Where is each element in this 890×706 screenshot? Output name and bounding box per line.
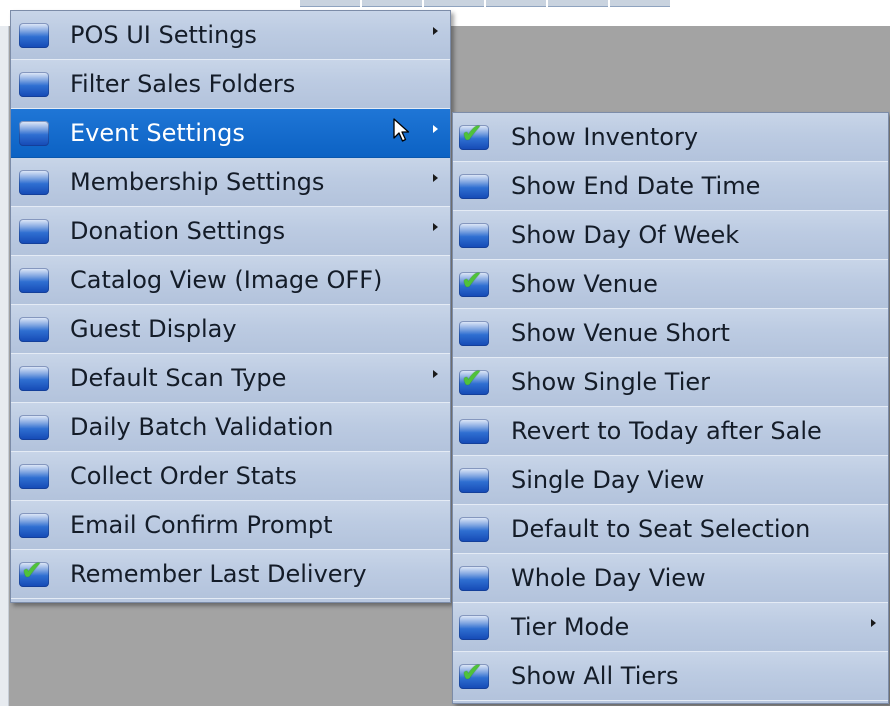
menu-item-icon	[19, 513, 49, 538]
menu-item-show-single-tier[interactable]: ✔ Show Single Tier	[453, 358, 888, 407]
menu-item-icon	[459, 517, 489, 542]
checkmark-icon: ✔	[461, 266, 483, 296]
app-tab[interactable]	[362, 0, 422, 7]
menu-item-catalog-view-image-off[interactable]: Catalog View (Image OFF)	[11, 256, 450, 305]
submenu-arrow-icon	[433, 223, 438, 231]
menu-item-label: Daily Batch Validation	[70, 413, 334, 441]
menu-item-icon	[19, 415, 49, 440]
menu-item-label: Remember Last Delivery	[70, 560, 367, 588]
menu-item-label: Membership Settings	[70, 168, 325, 196]
menu-item-label: Show End Date Time	[511, 172, 761, 200]
checked-box-icon: ✔	[459, 268, 489, 297]
menu-item-icon	[19, 464, 49, 489]
app-tab[interactable]	[548, 0, 608, 7]
checkmark-icon: ✔	[461, 119, 483, 149]
menu-item-membership-settings[interactable]: Membership Settings	[11, 158, 450, 207]
menu-item-icon	[459, 615, 489, 640]
menu-item-icon	[459, 174, 489, 199]
menu-item-single-day-view[interactable]: Single Day View	[453, 456, 888, 505]
menu-item-show-end-date-time[interactable]: Show End Date Time	[453, 162, 888, 211]
checkmark-icon: ✔	[461, 658, 483, 688]
menu-item-icon	[19, 121, 49, 146]
menu-item-icon	[19, 317, 49, 342]
checkmark-icon: ✔	[461, 364, 483, 394]
menu-item-label: Email Confirm Prompt	[70, 511, 333, 539]
app-tab[interactable]	[486, 0, 546, 7]
menu-item-label: Show Day Of Week	[511, 221, 740, 249]
submenu-arrow-icon	[433, 27, 438, 35]
menu-item-default-to-seat-selection[interactable]: Default to Seat Selection	[453, 505, 888, 554]
menu-item-label: Whole Day View	[511, 564, 706, 592]
submenu-arrow-icon	[433, 370, 438, 378]
menu-item-daily-batch-validation[interactable]: Daily Batch Validation	[11, 403, 450, 452]
menu-item-label: Default to Seat Selection	[511, 515, 811, 543]
menu-item-icon	[19, 219, 49, 244]
menu-item-guest-display[interactable]: Guest Display	[11, 305, 450, 354]
menu-item-show-venue[interactable]: ✔ Show Venue	[453, 260, 888, 309]
app-left-panel	[0, 26, 9, 706]
menu-item-email-confirm-prompt[interactable]: Email Confirm Prompt	[11, 501, 450, 550]
checked-box-icon: ✔	[459, 121, 489, 150]
menu-item-icon	[19, 170, 49, 195]
menu-item-label: Catalog View (Image OFF)	[70, 266, 383, 294]
menu-item-icon	[459, 468, 489, 493]
menu-item-show-inventory[interactable]: ✔ Show Inventory	[453, 113, 888, 162]
menu-item-label: Guest Display	[70, 315, 237, 343]
menu-item-pos-ui-settings[interactable]: POS UI Settings	[11, 11, 450, 60]
menu-item-label: Show All Tiers	[511, 662, 679, 690]
menu-item-show-all-tiers[interactable]: ✔ Show All Tiers	[453, 652, 888, 701]
menu-item-label: Tier Mode	[511, 613, 630, 641]
submenu-arrow-icon	[871, 619, 876, 627]
menu-item-label: Donation Settings	[70, 217, 286, 245]
menu-item-show-day-of-week[interactable]: Show Day Of Week	[453, 211, 888, 260]
menu-item-label: Filter Sales Folders	[70, 70, 296, 98]
app-tab[interactable]	[610, 0, 670, 7]
menu-item-tier-mode[interactable]: Tier Mode	[453, 603, 888, 652]
checked-box-icon: ✔	[459, 366, 489, 395]
menu-item-icon	[19, 72, 49, 97]
menu-item-label: Show Single Tier	[511, 368, 711, 396]
menu-item-revert-to-today-after-sale[interactable]: Revert to Today after Sale	[453, 407, 888, 456]
menu-item-label: Single Day View	[511, 466, 705, 494]
menu-item-label: Show Venue	[511, 270, 658, 298]
menu-item-label: Revert to Today after Sale	[511, 417, 822, 445]
menu-item-label: Event Settings	[70, 119, 245, 147]
menu-item-collect-order-stats[interactable]: Collect Order Stats	[11, 452, 450, 501]
menu-item-icon	[19, 268, 49, 293]
menu-item-icon	[459, 566, 489, 591]
app-tab[interactable]	[424, 0, 484, 7]
menu-item-event-settings[interactable]: Event Settings	[11, 109, 450, 158]
checked-box-icon: ✔	[19, 558, 49, 587]
menu-item-default-scan-type[interactable]: Default Scan Type	[11, 354, 450, 403]
menu-item-whole-day-view[interactable]: Whole Day View	[453, 554, 888, 603]
mouse-pointer-icon	[393, 118, 410, 142]
submenu-arrow-icon	[433, 174, 438, 182]
app-tab[interactable]	[300, 0, 360, 7]
menu-item-label: POS UI Settings	[70, 21, 257, 49]
checkmark-icon: ✔	[21, 556, 43, 586]
menu-item-label: Default Scan Type	[70, 364, 287, 392]
menu-item-icon	[459, 419, 489, 444]
submenu-arrow-icon	[433, 125, 438, 133]
checked-box-icon: ✔	[459, 660, 489, 689]
menu-item-label: Collect Order Stats	[70, 462, 297, 490]
menu-item-icon	[459, 223, 489, 248]
event-settings-submenu: ✔ Show Inventory Show End Date Time Show Da…	[452, 112, 889, 704]
menu-item-filter-sales-folders[interactable]: Filter Sales Folders	[11, 60, 450, 109]
menu-item-icon	[459, 321, 489, 346]
menu-item-icon	[19, 23, 49, 48]
menu-item-donation-settings[interactable]: Donation Settings	[11, 207, 450, 256]
menu-item-remember-last-delivery[interactable]: ✔ Remember Last Delivery	[11, 550, 450, 599]
menu-item-show-venue-short[interactable]: Show Venue Short	[453, 309, 888, 358]
menu-item-label: Show Venue Short	[511, 319, 730, 347]
menu-item-icon	[19, 366, 49, 391]
menu-item-label: Show Inventory	[511, 123, 699, 151]
settings-menu: POS UI Settings Filter Sales Folders Event…	[10, 10, 451, 603]
